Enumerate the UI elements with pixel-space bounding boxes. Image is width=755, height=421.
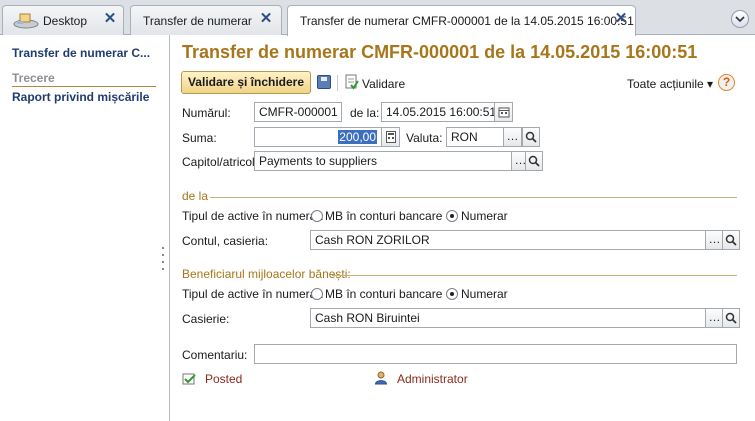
calendar-icon [498,107,509,118]
validate-and-close-button[interactable]: Validare și închidere [181,71,311,94]
search-icon [525,131,537,143]
help-button[interactable]: ? [718,74,735,91]
validate-icon [345,74,359,90]
from-radio-cash[interactable] [446,210,458,222]
amount-field[interactable]: 200,00 [254,127,382,147]
from-account-field[interactable]: Cash RON ZORILOR [310,230,706,250]
tab-transfer-list-label: Transfer de numerar [143,14,252,28]
close-icon[interactable]: ✕ [614,11,628,26]
to-account-label: Casierie: [182,312,230,326]
to-group-divider [332,275,737,276]
tab-transfer-list[interactable]: Transfer de numerar ✕ [130,5,282,35]
desktop-icon [13,13,39,29]
amount-value: 200,00 [338,130,377,144]
all-actions-menu[interactable]: Toate acțiunile ▾ [627,77,713,91]
status-text: Posted [205,372,243,386]
to-radio-cash[interactable] [446,288,458,300]
tab-transfer-document[interactable]: Transfer de numerar CMFR-000001 de la 14… [287,5,636,36]
from-group-divider [210,197,737,198]
save-icon[interactable] [317,75,331,89]
to-account-open-button[interactable] [722,308,740,328]
close-icon[interactable]: ✕ [103,11,117,26]
comment-field[interactable] [254,344,737,364]
currency-field[interactable]: RON [446,127,504,147]
sidebar-item-report[interactable]: Raport privind mișcările [12,90,149,104]
search-icon [725,234,737,246]
search-icon [528,155,540,167]
to-radio-bank[interactable] [311,288,323,300]
from-account-open-button[interactable] [722,230,740,250]
currency-label: Valuta: [406,131,443,145]
page-title: Transfer de numerar CMFR-000001 de la 14… [182,42,698,62]
currency-open-button[interactable] [522,127,540,147]
calculator-icon [385,131,396,143]
article-field[interactable]: Payments to suppliers [254,151,512,171]
to-group-title: Beneficiarul mijloacelor bănești: [182,267,351,281]
search-icon [725,312,737,324]
tab-desktop-label: Desktop [43,14,88,28]
toolbar-divider [337,75,338,91]
article-label: Capitol/atricol: [182,155,259,169]
article-open-button[interactable] [525,151,543,171]
tab-transfer-document-label: Transfer de numerar CMFR-000001 de la 14… [300,14,634,28]
close-icon[interactable]: ✕ [259,11,273,26]
from-radio-bank[interactable] [311,210,323,222]
calculator-button[interactable] [382,127,400,147]
tab-bar: Desktop ✕ Transfer de numerar ✕ Transfer… [0,0,755,36]
user-icon [374,371,388,385]
splitter-handle[interactable] [161,247,165,277]
comment-label: Comentariu: [182,348,248,362]
to-account-field[interactable]: Cash RON Biruintei [310,308,706,328]
tabs-menu-button[interactable] [731,10,749,28]
amount-label: Suma: [182,131,217,145]
currency-choose-button[interactable]: … [504,127,522,147]
from-option-bank-label[interactable]: MB în conturi bancare [325,209,442,223]
to-asset-type-label: Tipul de active în numerar: [182,287,324,301]
calendar-button[interactable] [495,102,513,122]
sidebar: Transfer de numerar C... Trecere Raport … [0,35,170,421]
date-field[interactable]: 14.05.2015 16:00:51 [381,102,495,122]
tab-desktop[interactable]: Desktop ✕ [2,5,124,35]
from-group-title: de la [182,189,209,203]
number-field[interactable]: CMFR-000001 [254,102,342,122]
validate-button[interactable]: Validare [362,77,405,91]
sidebar-category-trecere: Trecere [12,71,156,87]
number-label: Numărul: [182,106,231,120]
from-asset-type-label: Tipul de active în numerar: [182,209,324,223]
date-label: de la: [350,106,380,120]
to-option-bank-label[interactable]: MB în conturi bancare [325,287,442,301]
author-text: Administrator [397,372,468,386]
from-account-label: Contul, casieria: [182,234,269,248]
from-option-cash-label[interactable]: Numerar [461,209,508,223]
posted-icon [182,373,196,385]
chevron-down-icon [735,16,745,23]
to-option-cash-label[interactable]: Numerar [461,287,508,301]
sidebar-item-transfer[interactable]: Transfer de numerar C... [12,46,150,60]
